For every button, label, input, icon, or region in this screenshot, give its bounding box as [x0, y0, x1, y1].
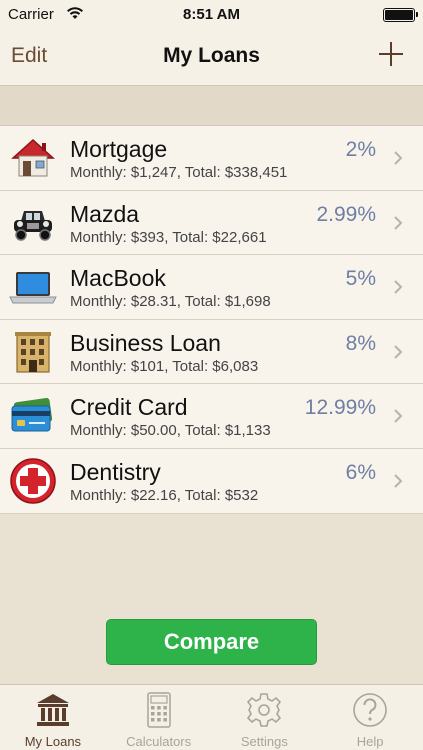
- loan-row-mortgage[interactable]: Mortgage Monthly: $1,247, Total: $338,45…: [0, 126, 423, 191]
- tab-help[interactable]: Help: [317, 685, 423, 750]
- loan-rate: 2%: [345, 138, 376, 161]
- chevron-right-icon: [394, 474, 403, 488]
- loan-rate: 2.99%: [316, 202, 376, 226]
- house-icon: [11, 138, 55, 177]
- calculator-icon: [146, 692, 171, 728]
- page-title: My Loans: [163, 44, 260, 67]
- loan-list: Mortgage Monthly: $1,247, Total: $338,45…: [0, 126, 423, 514]
- loan-summary: Monthly: $393, Total: $22,661: [70, 228, 267, 246]
- loan-row-mazda[interactable]: Mazda Monthly: $393, Total: $22,661 2.99…: [0, 190, 423, 256]
- red-cross-icon: [10, 458, 56, 504]
- nav-bar: Edit My Loans: [0, 30, 423, 86]
- chevron-right-icon: [394, 151, 403, 165]
- chevron-right-icon: [394, 280, 403, 294]
- tab-my-loans[interactable]: My Loans: [0, 685, 106, 750]
- battery-icon: [383, 8, 418, 22]
- clock: 8:51 AM: [183, 6, 240, 23]
- tab-label: Calculators: [126, 734, 192, 749]
- loan-rate: 12.99%: [304, 396, 376, 420]
- loan-name: Credit Card: [70, 394, 188, 421]
- loan-rate: 6%: [345, 460, 376, 484]
- loan-name: Mortgage: [70, 136, 168, 162]
- loan-name: Dentistry: [70, 458, 161, 485]
- tab-label: My Loans: [24, 734, 82, 749]
- tab-label: Help: [356, 734, 384, 749]
- chevron-right-icon: [394, 409, 403, 424]
- loan-summary: Monthly: $50.00, Total: $1,133: [70, 422, 271, 440]
- help-icon: [353, 693, 387, 727]
- loan-row-dentistry[interactable]: Dentistry Monthly: $22.16, Total: $532 6…: [0, 448, 423, 514]
- bank-icon: [36, 694, 69, 726]
- tab-calculators[interactable]: Calculators: [106, 685, 212, 750]
- loan-row-macbook[interactable]: MacBook Monthly: $28.31, Total: $1,698 5…: [0, 255, 423, 320]
- chevron-right-icon: [394, 215, 403, 230]
- loan-summary: Monthly: $22.16, Total: $532: [70, 486, 259, 504]
- status-bar: Carrier 8:51 AM: [0, 0, 423, 30]
- loan-summary: Monthly: $28.31, Total: $1,698: [70, 293, 271, 311]
- loan-row-credit-card[interactable]: Credit Card Monthly: $50.00, Total: $1,1…: [0, 384, 423, 449]
- loan-rate: 8%: [345, 331, 376, 355]
- loan-summary: Monthly: $1,247, Total: $338,451: [70, 164, 288, 181]
- loan-rate: 5%: [345, 267, 376, 291]
- loan-name: MacBook: [70, 265, 166, 292]
- loan-name: Business Loan: [70, 329, 221, 356]
- gear-icon: [247, 693, 282, 727]
- chevron-right-icon: [394, 345, 403, 359]
- tab-settings[interactable]: Settings: [212, 685, 318, 750]
- loan-row-business-loan[interactable]: Business Loan Monthly: $101, Total: $6,0…: [0, 319, 423, 385]
- credit-card-icon: [11, 398, 53, 432]
- compare-button[interactable]: Compare: [106, 619, 317, 665]
- laptop-icon: [9, 272, 57, 304]
- loan-summary: Monthly: $101, Total: $6,083: [70, 357, 259, 375]
- plus-icon[interactable]: [377, 40, 405, 68]
- loan-name: Mazda: [70, 200, 140, 227]
- header-band: [0, 86, 423, 126]
- tab-bar: My Loans Calculators Settings Help: [0, 684, 423, 750]
- building-icon: [15, 331, 51, 373]
- tab-label: Settings: [240, 734, 288, 749]
- car-icon: [14, 210, 52, 241]
